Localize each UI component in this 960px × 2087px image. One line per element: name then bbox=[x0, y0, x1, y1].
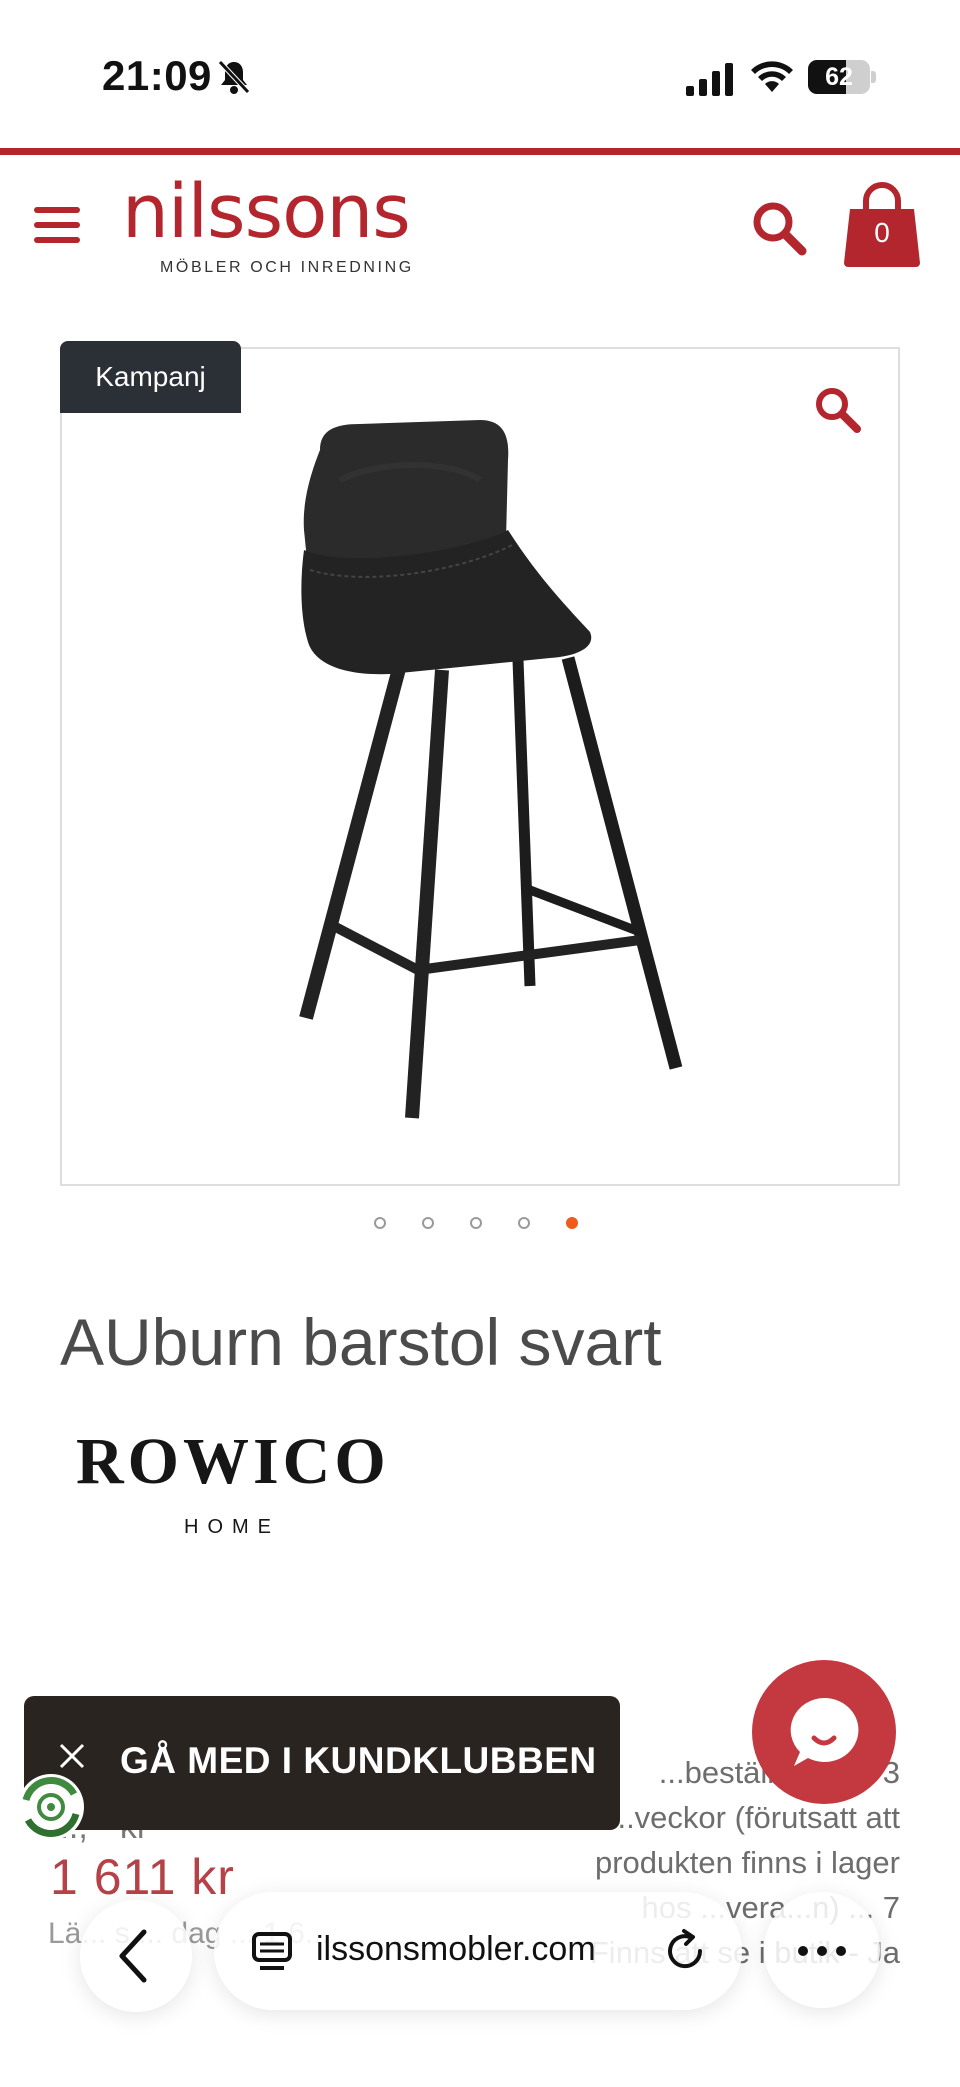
bell-muted-icon bbox=[218, 60, 250, 94]
browser-back-button[interactable] bbox=[80, 1900, 192, 2012]
cellular-signal-icon bbox=[686, 63, 733, 96]
url-text: ilssonsmobler.com bbox=[316, 1930, 596, 1968]
club-banner-label: GÅ MED I KUNDKLUBBEN bbox=[120, 1740, 597, 1781]
sustainability-icon[interactable] bbox=[14, 1770, 88, 1844]
back-chevron-icon bbox=[119, 1929, 147, 1983]
campaign-badge: Kampanj bbox=[60, 341, 241, 413]
product-image-bar-stool bbox=[299, 420, 683, 1119]
customer-club-banner[interactable]: GÅ MED I KUNDKLUBBEN bbox=[24, 1696, 620, 1830]
reload-icon[interactable] bbox=[662, 1928, 708, 1974]
tabs-icon[interactable] bbox=[250, 1930, 294, 1974]
gallery-dot[interactable] bbox=[470, 1217, 482, 1229]
status-bar: 21:09 62 bbox=[0, 0, 960, 148]
brand-logo[interactable]: ROWICO HOME bbox=[76, 1424, 406, 1544]
gallery-pagination bbox=[370, 1217, 590, 1231]
battery-percent: 62 bbox=[825, 63, 853, 91]
product-title: AUburn barstol svart bbox=[60, 1305, 662, 1379]
wifi-icon bbox=[751, 61, 793, 92]
gallery-dot-active[interactable] bbox=[566, 1217, 578, 1229]
zoom-icon[interactable] bbox=[812, 384, 862, 434]
site-header: nilssons MÖBLER OCH INREDNING 0 bbox=[0, 155, 960, 295]
gallery-dot[interactable] bbox=[422, 1217, 434, 1229]
chat-button[interactable] bbox=[752, 1660, 896, 1804]
close-icon[interactable] bbox=[58, 1742, 86, 1770]
status-time: 21:09 bbox=[102, 52, 212, 99]
cart-button[interactable]: 0 bbox=[842, 179, 922, 269]
chat-bubble-icon bbox=[790, 1697, 859, 1766]
site-logo[interactable]: nilssons bbox=[122, 175, 411, 249]
cart-count: 0 bbox=[874, 217, 890, 248]
brand-name: ROWICO bbox=[76, 1425, 390, 1498]
site-logo-tagline: MÖBLER OCH INREDNING bbox=[160, 259, 414, 276]
gallery-dot[interactable] bbox=[518, 1217, 530, 1229]
header-accent-rule bbox=[0, 148, 960, 155]
hamburger-menu-icon[interactable] bbox=[34, 207, 80, 247]
battery-indicator: 62 bbox=[808, 60, 876, 94]
browser-more-button[interactable] bbox=[764, 1892, 880, 2008]
brand-subtitle: HOME bbox=[184, 1516, 280, 1538]
search-icon[interactable] bbox=[750, 199, 808, 257]
browser-address-bar[interactable]: ilssonsmobler.com bbox=[214, 1892, 742, 2010]
gallery-dot[interactable] bbox=[374, 1217, 386, 1229]
sale-price: 1 611 kr bbox=[50, 1849, 235, 1905]
